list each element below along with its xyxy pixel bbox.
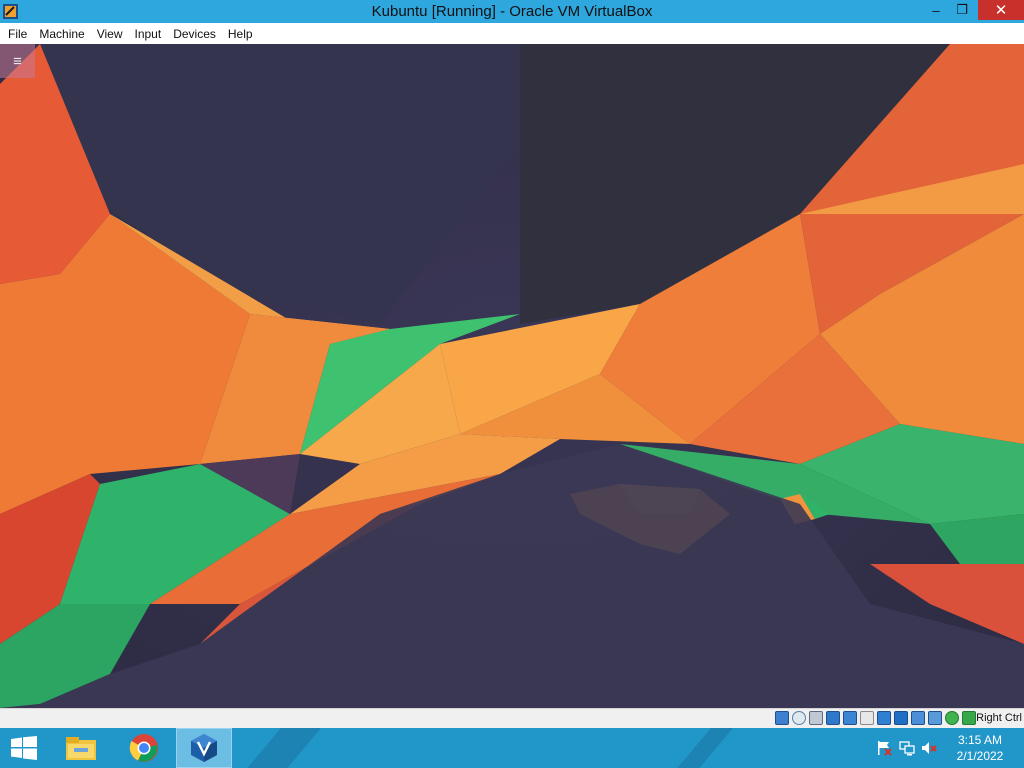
shared-folders-icon[interactable] [860, 711, 874, 725]
kubuntu-wallpaper [0, 44, 1024, 708]
audio-icon[interactable] [809, 711, 823, 725]
window-title: Kubuntu [Running] - Oracle VM VirtualBox [371, 3, 653, 20]
menu-file[interactable]: File [8, 27, 27, 41]
vm-status-bar: Right Ctrl [0, 708, 1024, 728]
clock-time: 3:15 AM [957, 733, 1003, 747]
menu-bar: File Machine View Input Devices Help [0, 23, 1024, 44]
restore-button[interactable]: ❐ [946, 0, 978, 20]
network-tray-icon[interactable] [899, 740, 915, 756]
clock-date: 2/1/2022 [956, 749, 1004, 763]
hard-disk-icon[interactable] [775, 711, 789, 725]
usb-icon[interactable] [843, 711, 857, 725]
video-capture-icon[interactable] [894, 711, 908, 725]
virtualbox-icon [191, 734, 217, 762]
windows-start-icon[interactable] [0, 728, 48, 768]
hamburger-icon: ≡ [13, 52, 22, 70]
kde-panel-toggle[interactable]: ≡ [0, 44, 35, 78]
menu-help[interactable]: Help [228, 27, 253, 41]
cpu-icon[interactable] [928, 711, 942, 725]
close-button[interactable]: ✕ [978, 0, 1024, 20]
network-icon[interactable] [826, 711, 840, 725]
keyboard-capture-icon[interactable] [962, 711, 976, 725]
windows-taskbar: 3:15 AM 2/1/2022 [0, 728, 1024, 768]
virtualbox-taskbar-button[interactable] [176, 728, 232, 768]
menu-view[interactable]: View [97, 27, 123, 41]
host-key-label[interactable]: Right Ctrl [976, 712, 1022, 724]
file-explorer-icon[interactable] [58, 728, 104, 768]
vm-display[interactable]: ≡ [0, 44, 1024, 708]
action-center-flag-icon[interactable] [876, 740, 892, 756]
optical-drive-icon[interactable] [792, 711, 806, 725]
recording-icon[interactable] [911, 711, 925, 725]
taskbar-clock[interactable]: 3:15 AM 2/1/2022 [944, 732, 1016, 764]
chrome-icon[interactable] [120, 728, 168, 768]
volume-muted-icon[interactable] [921, 740, 937, 756]
title-bar[interactable]: Kubuntu [Running] - Oracle VM VirtualBox… [0, 0, 1024, 23]
display-icon[interactable] [877, 711, 891, 725]
mouse-integration-icon[interactable] [945, 711, 959, 725]
menu-input[interactable]: Input [135, 27, 162, 41]
menu-devices[interactable]: Devices [173, 27, 216, 41]
menu-machine[interactable]: Machine [39, 27, 84, 41]
